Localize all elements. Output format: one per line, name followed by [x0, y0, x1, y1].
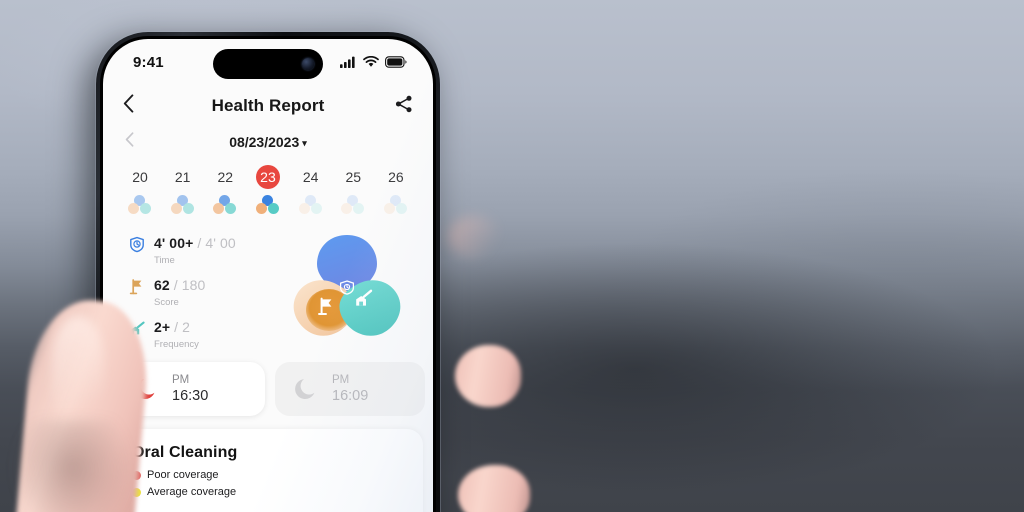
oral-cleaning-panel: Oral Cleaning Poor coverage Average cove…	[115, 429, 423, 512]
stat-value: 2+	[154, 319, 171, 335]
session-card-2-text: PM 16:09	[332, 373, 368, 406]
session-period: PM	[332, 373, 350, 386]
legend-item-poor: Poor coverage	[132, 469, 423, 481]
stat-label: Time	[154, 255, 175, 266]
stat-time: 4' 00+ / 4' 00 Time	[129, 235, 275, 266]
day-item-20[interactable]: 20	[123, 165, 157, 215]
stat-label: Score	[154, 297, 179, 308]
clover-chart-illustration	[281, 227, 413, 349]
day-number: 20	[132, 169, 148, 185]
stat-frequency-value-row: 2+ / 2	[154, 319, 190, 335]
session-time: 16:09	[332, 388, 369, 405]
front-camera-icon	[302, 58, 314, 70]
status-bar-clock: 9:41	[133, 53, 164, 71]
date-navigation: 08/23/2023 ▾	[103, 127, 433, 157]
day-item-26[interactable]: 26	[379, 165, 413, 215]
stat-frequency: 2+ / 2 Frequency	[129, 319, 275, 350]
day-item-22[interactable]: 22	[208, 165, 242, 215]
date-value: 08/23/2023	[229, 134, 300, 150]
stat-score-value-row: 62 / 180	[154, 277, 205, 293]
day-number: 26	[388, 169, 404, 185]
status-bar: 9:41	[103, 39, 433, 85]
finger-blur	[448, 216, 500, 258]
phone-device: 9:41 Health Report 08/23/2023 ▾ 20 21 22…	[96, 32, 440, 512]
session-period: PM	[172, 373, 190, 386]
dynamic-island	[213, 49, 323, 79]
day-clover-icon	[170, 195, 196, 215]
day-clover-icon	[383, 195, 409, 215]
session-card-1-text: PM 16:30	[172, 373, 208, 406]
stat-score-text: 62 / 180 Score	[154, 277, 205, 308]
day-clover-icon	[212, 195, 238, 215]
legend-label-poor: Poor coverage	[147, 469, 219, 481]
date-picker-button[interactable]: 08/23/2023 ▾	[103, 134, 433, 150]
day-item-21[interactable]: 21	[166, 165, 200, 215]
stat-score: 62 / 180 Score	[129, 277, 275, 308]
thumb-highlight	[52, 316, 104, 436]
day-number-selected: 23	[255, 165, 280, 189]
session-card-2[interactable]: PM 16:09	[275, 362, 425, 416]
day-item-25[interactable]: 25	[336, 165, 370, 215]
index-finger	[455, 345, 521, 407]
stat-goal: / 2	[174, 319, 191, 335]
wifi-icon	[363, 56, 379, 67]
summary-section: 4' 00+ / 4' 00 Time 62 / 180 Score 2+ / …	[103, 219, 433, 350]
day-clover-icon	[298, 195, 324, 215]
oral-cleaning-legend: Poor coverage Average coverage	[132, 469, 423, 498]
cellular-signal-icon	[340, 56, 355, 68]
day-number: 25	[345, 169, 362, 185]
stat-value: 4' 00+	[154, 235, 194, 251]
alarm-clock-icon	[129, 236, 145, 254]
day-item-23[interactable]: 23	[251, 165, 285, 215]
stat-time-value-row: 4' 00+ / 4' 00	[154, 235, 236, 251]
stat-time-text: 4' 00+ / 4' 00 Time	[154, 235, 236, 266]
day-number: 22	[217, 169, 234, 185]
stat-goal: / 180	[173, 277, 206, 293]
legend-item-average: Average coverage	[132, 486, 423, 498]
chevron-left-icon	[123, 94, 134, 113]
status-bar-indicators	[340, 56, 407, 68]
phone-screen: 9:41 Health Report 08/23/2023 ▾ 20 21 22…	[103, 39, 433, 512]
flag-icon	[129, 278, 145, 296]
share-button[interactable]	[395, 95, 413, 118]
session-time: 16:30	[172, 388, 209, 405]
legend-label-average: Average coverage	[147, 486, 237, 498]
page-title: Health Report	[211, 96, 325, 115]
chevron-down-icon: ▾	[302, 138, 307, 148]
share-icon	[395, 95, 412, 112]
phone-bezel: 9:41 Health Report 08/23/2023 ▾ 20 21 22…	[100, 36, 436, 512]
stats-list: 4' 00+ / 4' 00 Time 62 / 180 Score 2+ / …	[129, 231, 275, 350]
day-clover-icon	[340, 195, 366, 215]
moon-icon	[293, 376, 319, 402]
middle-finger	[458, 465, 530, 512]
stat-value: 62	[154, 277, 170, 293]
session-cards: PM 16:30 PM 16:09	[103, 350, 433, 416]
stat-frequency-text: 2+ / 2 Frequency	[154, 319, 199, 350]
stat-label: Frequency	[154, 339, 199, 350]
day-clover-icon	[255, 195, 281, 215]
day-number: 24	[302, 169, 319, 185]
stat-goal: / 4' 00	[197, 235, 236, 251]
day-item-24[interactable]: 24	[294, 165, 328, 215]
day-selector-strip: 20 21 22 23 24 25 26	[103, 157, 433, 219]
back-button[interactable]	[123, 94, 134, 118]
day-number: 21	[174, 169, 191, 185]
app-navigation-bar: Health Report	[103, 85, 433, 127]
day-clover-icon	[127, 195, 153, 215]
thumb-shadow	[12, 420, 132, 512]
oral-cleaning-title: Oral Cleaning	[132, 444, 238, 461]
battery-icon	[385, 56, 407, 68]
